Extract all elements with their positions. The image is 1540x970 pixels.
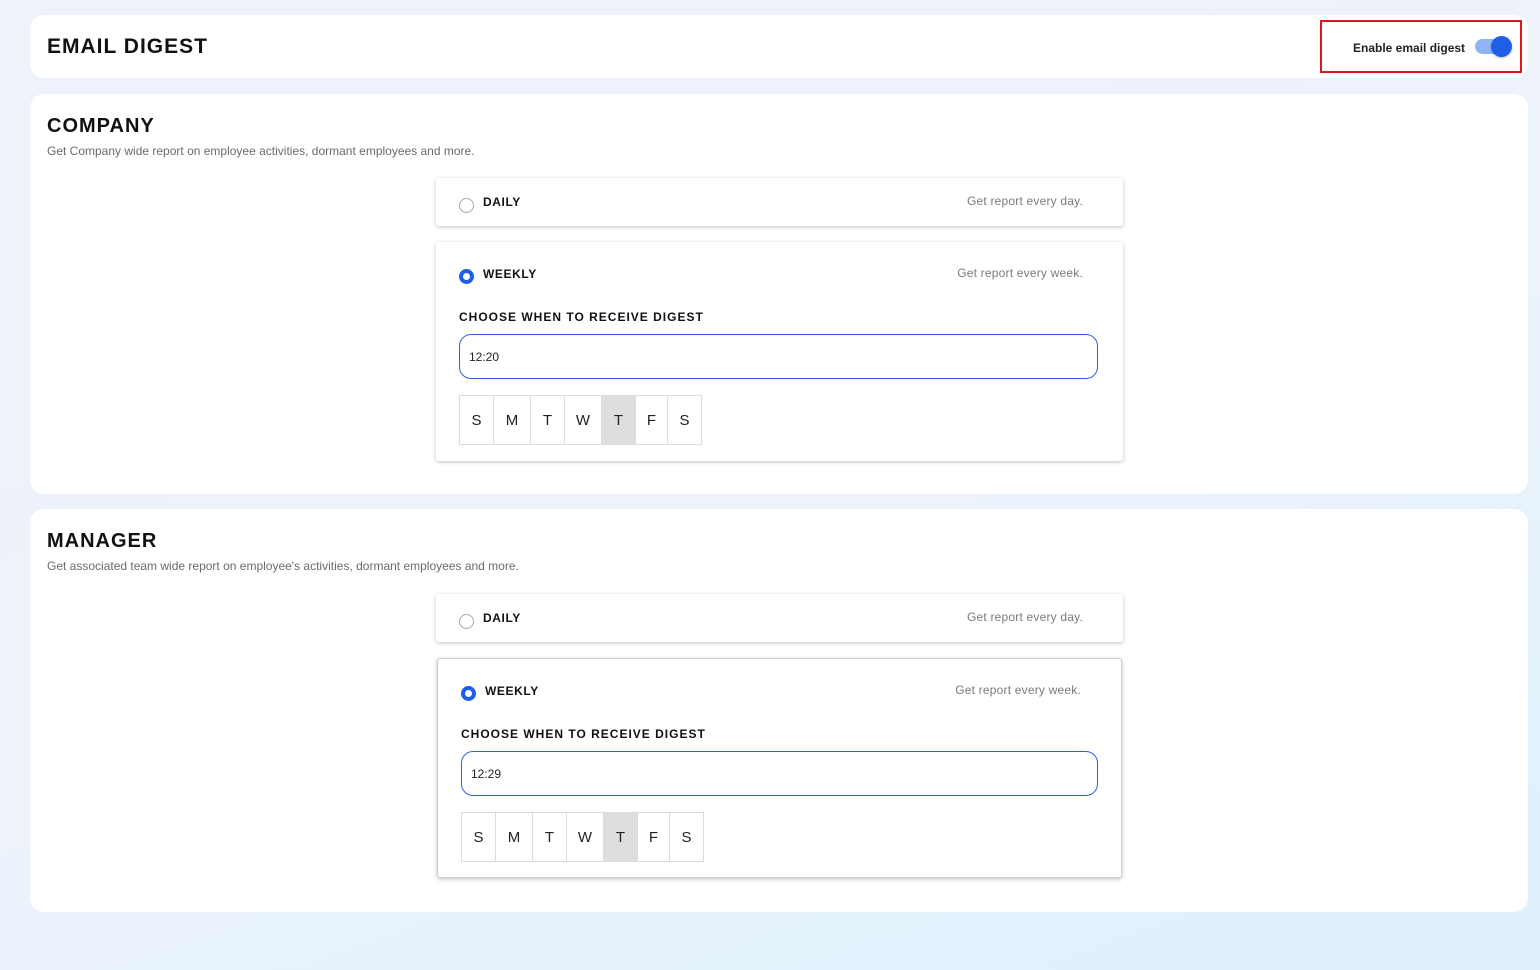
section-title-company: COMPANY [47,115,155,137]
company-section: COMPANY Get Company wide report on emplo… [30,94,1528,494]
email-digest-header: EMAIL DIGEST Enable email digest [30,15,1528,78]
section-description-manager: Get associated team wide report on emplo… [47,559,519,573]
manager-weekly-description: Get report every week. [955,683,1081,697]
manager-day-wednesday[interactable]: W [567,813,604,861]
toggle-label: Enable email digest [1353,41,1466,55]
manager-day-tuesday[interactable]: T [533,813,567,861]
company-day-thursday[interactable]: T [602,396,636,444]
manager-weekly-label: WEEKLY [485,684,539,698]
manager-time-input[interactable] [461,751,1098,796]
manager-section: MANAGER Get associated team wide report … [30,509,1528,912]
company-day-tuesday[interactable]: T [531,396,565,444]
manager-daily-option[interactable]: DAILY Get report every day. [436,594,1123,642]
enable-email-digest-toggle[interactable] [1475,36,1512,57]
manager-daily-radio[interactable] [459,614,474,629]
company-time-input[interactable] [459,334,1098,379]
company-choose-time-label: CHOOSE WHEN TO RECEIVE DIGEST [459,310,704,324]
company-daily-label: DAILY [483,195,521,209]
manager-day-thursday[interactable]: T [604,813,638,861]
company-weekly-description: Get report every week. [957,266,1083,280]
manager-weekly-option[interactable]: WEEKLY Get report every week. CHOOSE WHE… [437,658,1122,878]
manager-daily-description: Get report every day. [966,610,1083,624]
manager-daily-label: DAILY [483,611,521,625]
manager-weekly-radio[interactable] [461,686,476,701]
company-day-saturday[interactable]: S [668,396,701,444]
manager-day-friday[interactable]: F [638,813,670,861]
company-day-sunday[interactable]: S [460,396,494,444]
company-day-friday[interactable]: F [636,396,668,444]
company-day-picker: S M T W T F S [459,395,702,445]
manager-choose-time-label: CHOOSE WHEN TO RECEIVE DIGEST [461,727,706,741]
page-title: EMAIL DIGEST [47,35,208,58]
company-weekly-radio[interactable] [459,269,474,284]
section-title-manager: MANAGER [47,530,158,552]
manager-day-picker: S M T W T F S [461,812,704,862]
company-weekly-option[interactable]: WEEKLY Get report every week. CHOOSE WHE… [436,242,1123,461]
enable-digest-toggle-container: Enable email digest [1320,20,1522,73]
company-day-wednesday[interactable]: W [565,396,602,444]
toggle-knob [1491,36,1512,57]
manager-day-sunday[interactable]: S [462,813,496,861]
company-weekly-label: WEEKLY [483,267,537,281]
section-description-company: Get Company wide report on employee acti… [47,144,475,158]
company-daily-description: Get report every day. [966,194,1083,208]
company-day-monday[interactable]: M [494,396,531,444]
company-daily-option[interactable]: DAILY Get report every day. [436,178,1123,226]
manager-day-saturday[interactable]: S [670,813,703,861]
manager-day-monday[interactable]: M [496,813,533,861]
company-daily-radio[interactable] [459,198,474,213]
